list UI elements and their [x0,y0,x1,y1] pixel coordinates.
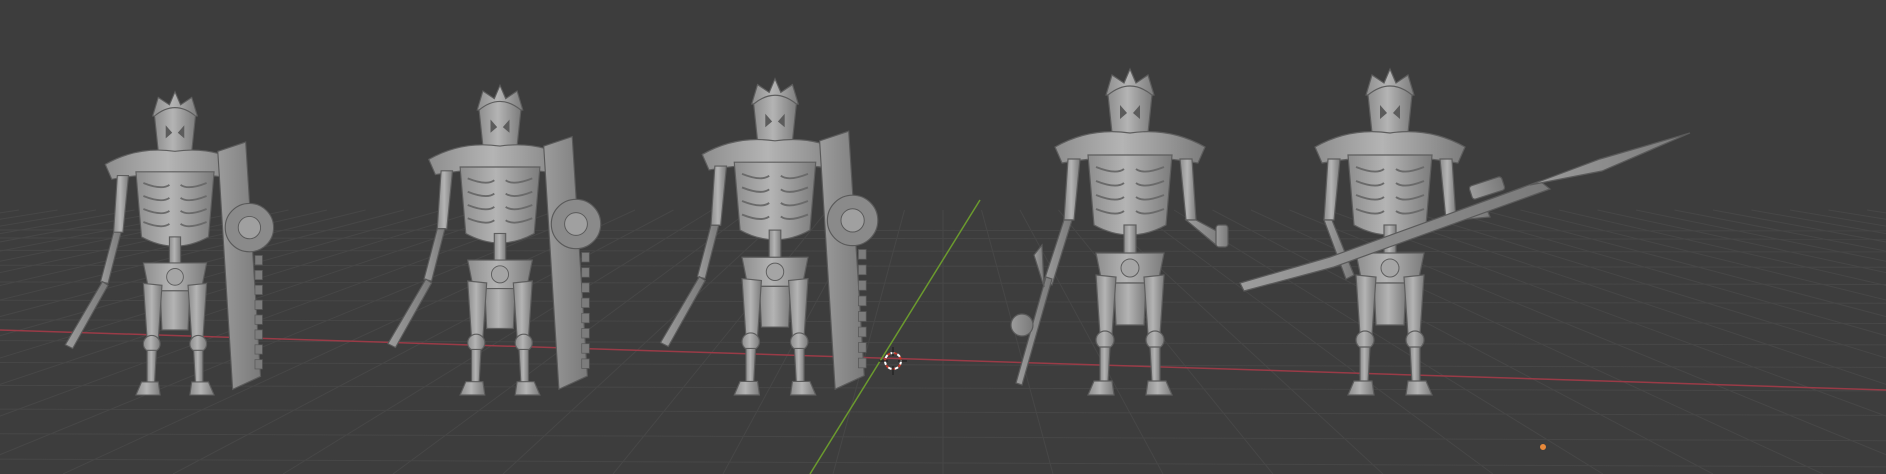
object-origin-icon[interactable] [1539,443,1547,451]
model-warrior-2[interactable] [387,83,602,396]
model-warrior-4[interactable] [1010,67,1229,396]
3d-cursor-icon[interactable] [879,347,907,375]
floor-grid [0,209,1886,474]
viewport-scene[interactable] [0,0,1886,474]
model-warrior-3[interactable] [659,77,879,396]
3d-viewport[interactable] [0,0,1886,474]
model-warrior-1[interactable] [64,90,275,396]
